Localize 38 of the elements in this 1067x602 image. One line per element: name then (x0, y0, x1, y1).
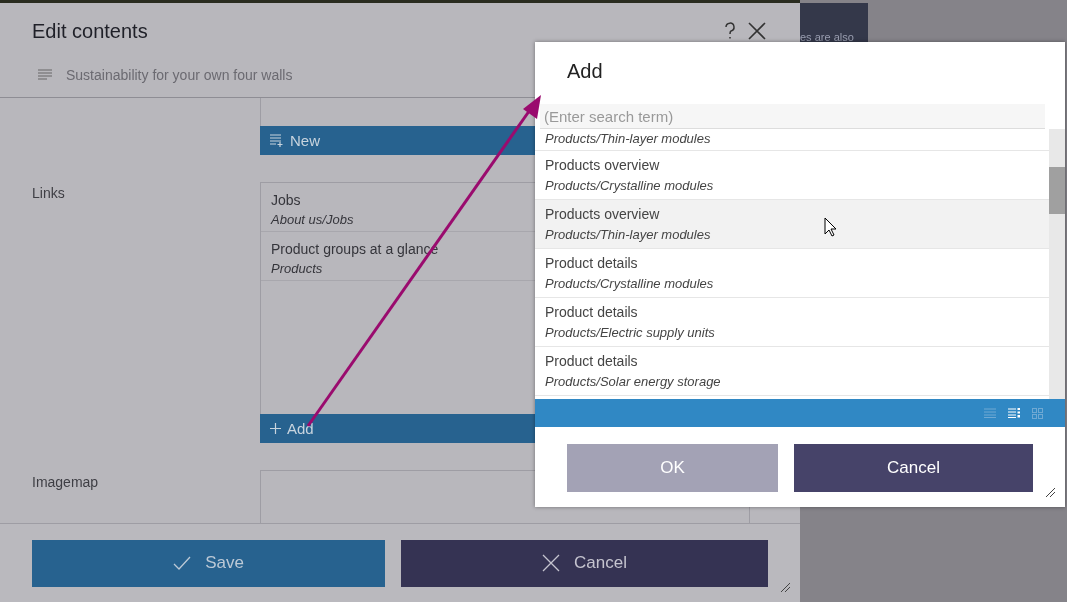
help-icon[interactable] (724, 22, 736, 41)
resize-grip-icon[interactable] (1046, 488, 1055, 497)
list-item[interactable]: Product details Products/Crystalline modules (535, 249, 1049, 298)
item-title: Product details (545, 304, 638, 320)
link-path: Products (271, 261, 323, 277)
close-icon[interactable] (748, 22, 766, 41)
item-path: Products/Thin-layer modules (545, 131, 711, 146)
list-item[interactable]: Products overview Products/Thin-layer modules (535, 200, 1049, 249)
search-field[interactable]: (Enter search term) (540, 104, 1045, 129)
cancel-button[interactable]: Cancel (794, 444, 1033, 492)
close-icon (542, 554, 561, 573)
cancel-button[interactable]: Cancel (401, 539, 768, 587)
text-lines-icon (38, 68, 52, 81)
resize-grip-icon[interactable] (781, 583, 790, 592)
list-item[interactable]: Product details Products/Electric supply units (535, 298, 1049, 347)
check-icon (173, 556, 192, 571)
dialog-title: Add (567, 60, 603, 82)
mouse-cursor-icon (824, 217, 837, 237)
item-title: Product details (545, 255, 638, 271)
list-item[interactable]: Product details Products/Solar energy storage (535, 347, 1049, 396)
item-path: Products/Electric supply units (545, 325, 715, 340)
field-label: Imagemap (32, 474, 99, 491)
detail-list-icon[interactable] (1008, 408, 1020, 418)
plus-icon (270, 423, 281, 435)
dialog-title: Edit contents (32, 19, 149, 43)
link-title: Jobs (271, 192, 301, 209)
link-path: About us/Jobs (271, 212, 354, 228)
add-list-icon (270, 134, 284, 148)
save-button[interactable]: Save (32, 539, 385, 587)
background-text: es are also (800, 31, 854, 43)
scrollbar[interactable] (1049, 129, 1065, 399)
item-path: Products/Solar energy storage (545, 374, 721, 389)
content-subtitle: Sustainability for your own four walls (66, 66, 293, 83)
item-title: Product details (545, 353, 638, 369)
item-title: Products overview (545, 206, 660, 222)
item-title: Products overview (545, 157, 660, 173)
field-label: Links (32, 185, 65, 202)
scrollbar-thumb[interactable] (1049, 167, 1065, 214)
